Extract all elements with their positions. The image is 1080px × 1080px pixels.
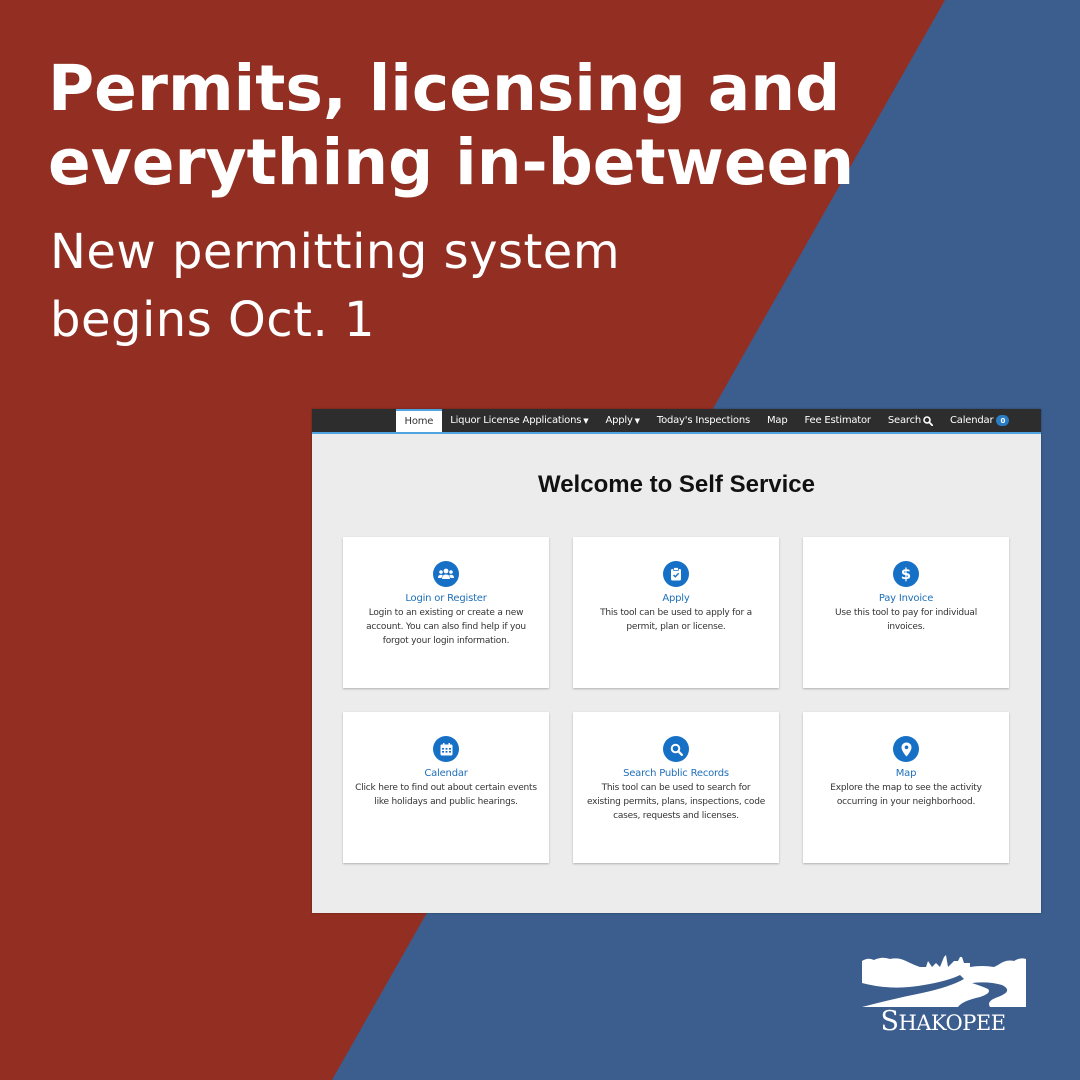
nav-fee-estimator[interactable]: Fee Estimator — [796, 409, 879, 432]
search-icon — [923, 415, 933, 426]
tile-description: This tool can be used to search for exis… — [586, 783, 766, 821]
wordmark-initial: S — [880, 1006, 899, 1037]
shakopee-wordmark: SHAKOPEE — [863, 1006, 1023, 1037]
nav-calendar[interactable]: Calendar 0 — [942, 409, 1018, 432]
headline-line-1: Permits, licensing and — [48, 52, 841, 125]
calendar-icon — [433, 736, 459, 762]
users-icon — [433, 561, 459, 587]
tile-description: Click here to find out about certain eve… — [355, 783, 537, 807]
portal-navbar: Home Liquor License Applications ▼ Apply… — [312, 409, 1041, 434]
nav-search-label: Search — [887, 415, 921, 426]
tile-map[interactable]: Map Explore the map to see the activity … — [803, 712, 1009, 863]
nav-apply[interactable]: Apply ▼ — [597, 409, 648, 432]
tile-login-register[interactable]: Login or Register Login to an existing o… — [343, 537, 549, 688]
nav-todays-inspections[interactable]: Today's Inspections — [648, 409, 758, 432]
search-icon — [663, 736, 689, 762]
tile-title[interactable]: Calendar — [343, 768, 549, 779]
headline: Permits, licensing and everything in-bet… — [48, 52, 854, 200]
caret-down-icon: ▼ — [583, 416, 589, 425]
tile-description: Use this tool to pay for individual invo… — [834, 608, 978, 632]
tile-apply[interactable]: Apply This tool can be used to apply for… — [573, 537, 779, 688]
tile-title[interactable]: Search Public Records — [573, 768, 779, 779]
nav-liquor-label: Liquor License Applications — [450, 415, 582, 426]
tile-pay-invoice[interactable]: $ Pay Invoice Use this tool to pay for i… — [803, 537, 1009, 688]
tile-title[interactable]: Pay Invoice — [803, 593, 1009, 604]
welcome-title: Welcome to Self Service — [537, 471, 815, 498]
subheadline: New permitting system begins Oct. 1 — [50, 218, 620, 354]
clipboard-check-icon — [663, 561, 689, 587]
nav-liquor-license-applications[interactable]: Liquor License Applications ▼ — [442, 409, 597, 432]
subheadline-line-1: New permitting system — [50, 224, 621, 280]
nav-map[interactable]: Map — [758, 409, 796, 432]
nav-apply-label: Apply — [605, 415, 633, 426]
tile-description: This tool can be used to apply for a per… — [600, 608, 752, 632]
tile-title[interactable]: Apply — [573, 593, 779, 604]
tile-description: Login to an existing or create a new acc… — [366, 608, 526, 646]
nav-fee-label: Fee Estimator — [804, 415, 872, 426]
tile-calendar[interactable]: Calendar Click here to find out about ce… — [343, 712, 549, 863]
tile-search-public-records[interactable]: Search Public Records This tool can be u… — [573, 712, 779, 863]
nav-inspections-label: Today's Inspections — [656, 415, 750, 426]
calendar-count-badge: 0 — [996, 415, 1010, 426]
map-pin-icon — [893, 736, 919, 762]
dollar-icon: $ — [893, 561, 919, 587]
tile-title[interactable]: Login or Register — [343, 593, 549, 604]
nav-home[interactable]: Home — [396, 409, 442, 432]
tile-title[interactable]: Map — [803, 768, 1009, 779]
headline-line-2: everything in-between — [48, 126, 855, 199]
nav-calendar-label: Calendar — [950, 415, 994, 426]
subheadline-line-2: begins Oct. 1 — [50, 292, 376, 348]
wordmark-rest: HAKOPEE — [898, 1011, 1006, 1035]
nav-search[interactable]: Search — [879, 409, 941, 432]
nav-map-label: Map — [766, 415, 788, 426]
self-service-portal-screenshot: Home Liquor License Applications ▼ Apply… — [312, 409, 1041, 913]
caret-down-icon: ▼ — [634, 416, 640, 425]
nav-home-label: Home — [404, 416, 434, 427]
tile-description: Explore the map to see the activity occu… — [830, 783, 982, 807]
